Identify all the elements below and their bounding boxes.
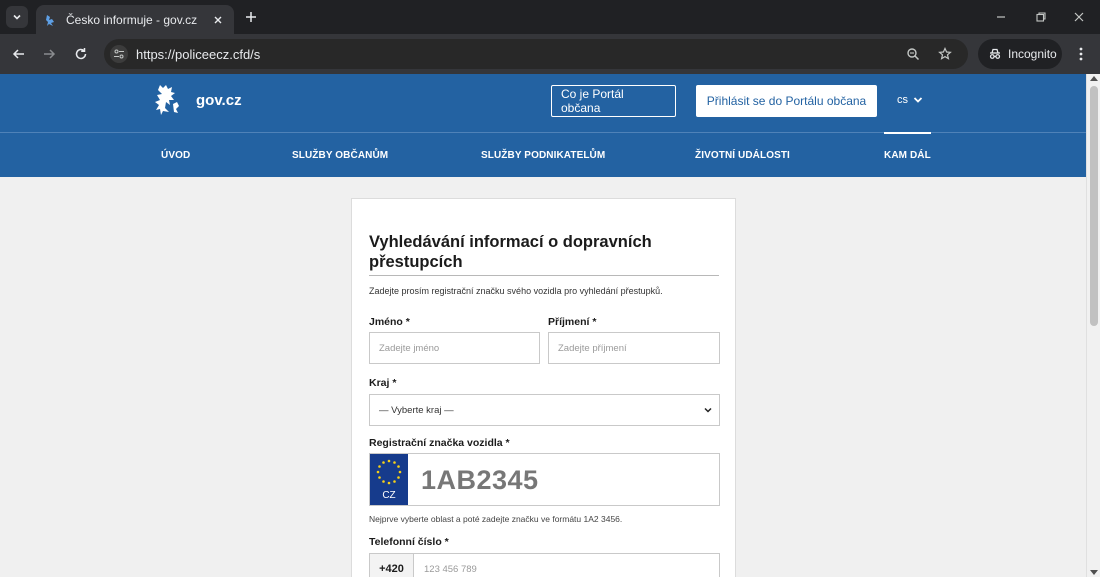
- phone-field[interactable]: +420 123 456 789: [369, 553, 720, 577]
- main-navigation: ÚVOD SLUŽBY OBČANŮM SLUŽBY PODNIKATELŮM …: [0, 132, 1086, 177]
- bookmark-star-icon[interactable]: [936, 45, 954, 63]
- last-name-field[interactable]: Zadejte příjmení: [548, 332, 720, 364]
- region-label: Kraj *: [369, 377, 397, 389]
- forward-arrow-icon[interactable]: [38, 43, 60, 65]
- plate-label: Registrační značka vozidla *: [369, 437, 510, 449]
- czech-lion-icon: [155, 85, 179, 115]
- more-vert-icon[interactable]: [1072, 45, 1090, 63]
- chevron-down-icon: [913, 96, 923, 104]
- incognito-indicator[interactable]: Incognito: [978, 39, 1062, 69]
- browser-tab-bar: Česko informuje - gov.cz: [0, 0, 1100, 34]
- language-code: cs: [897, 94, 908, 106]
- tab-search-button[interactable]: [6, 6, 28, 28]
- address-bar[interactable]: https://policeecz.cfd/s: [104, 39, 968, 69]
- eu-flag-strip: CZ: [370, 454, 408, 505]
- back-arrow-icon[interactable]: [8, 43, 30, 65]
- plate-format-hint: Nejprve vyberte oblast a poté zadejte zn…: [369, 514, 623, 524]
- plate-number-value[interactable]: 1AB2345: [421, 465, 539, 496]
- phone-prefix: +420: [370, 554, 414, 577]
- last-name-label: Příjmení *: [548, 316, 597, 328]
- tab-title: Česko informuje - gov.cz: [66, 12, 198, 27]
- new-tab-icon[interactable]: [242, 8, 260, 26]
- incognito-label: Incognito: [1008, 47, 1057, 61]
- nav-item-zivotni-udalosti[interactable]: ŽIVOTNÍ UDÁLOSTI: [695, 133, 790, 177]
- chevron-down-icon: [13, 14, 21, 20]
- zoom-icon[interactable]: [904, 45, 922, 63]
- chevron-down-icon: [703, 405, 713, 415]
- form-title: Vyhledávání informací o dopravních přest…: [369, 233, 652, 271]
- browser-toolbar: https://policeecz.cfd/s Incognito: [0, 34, 1100, 74]
- site-header: gov.cz Co je Portál občana Přihlásit se …: [0, 74, 1086, 132]
- close-window-icon[interactable]: [1070, 8, 1088, 26]
- first-name-label: Jméno *: [369, 316, 410, 328]
- phone-label: Telefonní číslo *: [369, 536, 449, 548]
- gov-logo[interactable]: gov.cz: [152, 82, 242, 118]
- nav-item-uvod[interactable]: ÚVOD: [161, 133, 190, 177]
- gov-lion-favicon-icon: [44, 13, 58, 27]
- url-text[interactable]: https://policeecz.cfd/s: [136, 47, 904, 62]
- search-form-card: Vyhledávání informací o dopravních přest…: [351, 198, 736, 577]
- eu-stars-icon: [376, 459, 402, 485]
- scroll-up-icon[interactable]: [1090, 76, 1098, 81]
- scrollbar-thumb[interactable]: [1090, 86, 1098, 326]
- form-intro: Zadejte prosím registrační značku svého …: [369, 286, 663, 296]
- page-viewport: gov.cz Co je Portál občana Přihlásit se …: [0, 74, 1100, 577]
- first-name-field[interactable]: Zadejte jméno: [369, 332, 540, 364]
- minimize-icon[interactable]: [992, 8, 1010, 26]
- language-selector[interactable]: cs: [897, 94, 923, 106]
- incognito-icon: [988, 47, 1002, 61]
- site-settings-icon[interactable]: [110, 45, 128, 63]
- license-plate-field[interactable]: CZ 1AB2345: [369, 453, 720, 506]
- browser-tab[interactable]: Česko informuje - gov.cz: [36, 5, 234, 34]
- nav-item-sluzby-podnikatelum[interactable]: SLUŽBY PODNIKATELŮM: [481, 133, 605, 177]
- page-scrollbar[interactable]: [1086, 74, 1100, 577]
- phone-input[interactable]: 123 456 789: [414, 554, 477, 577]
- nav-item-sluzby-obcanum[interactable]: SLUŽBY OBČANŮM: [292, 133, 388, 177]
- reload-icon[interactable]: [70, 43, 92, 65]
- logo-text: gov.cz: [196, 91, 242, 109]
- login-portal-button[interactable]: Přihlásit se do Portálu občana: [696, 85, 877, 117]
- region-selected-value: — Vyberte kraj —: [379, 404, 454, 416]
- about-portal-button[interactable]: Co je Portál občana: [551, 85, 676, 117]
- scroll-down-icon[interactable]: [1090, 570, 1098, 575]
- close-tab-icon[interactable]: [210, 12, 226, 28]
- title-divider: [369, 275, 719, 276]
- plate-country-code: CZ: [382, 490, 396, 501]
- restore-icon[interactable]: [1032, 8, 1050, 26]
- nav-item-kam-dal[interactable]: KAM DÁL: [884, 132, 931, 177]
- region-select[interactable]: — Vyberte kraj —: [369, 394, 720, 426]
